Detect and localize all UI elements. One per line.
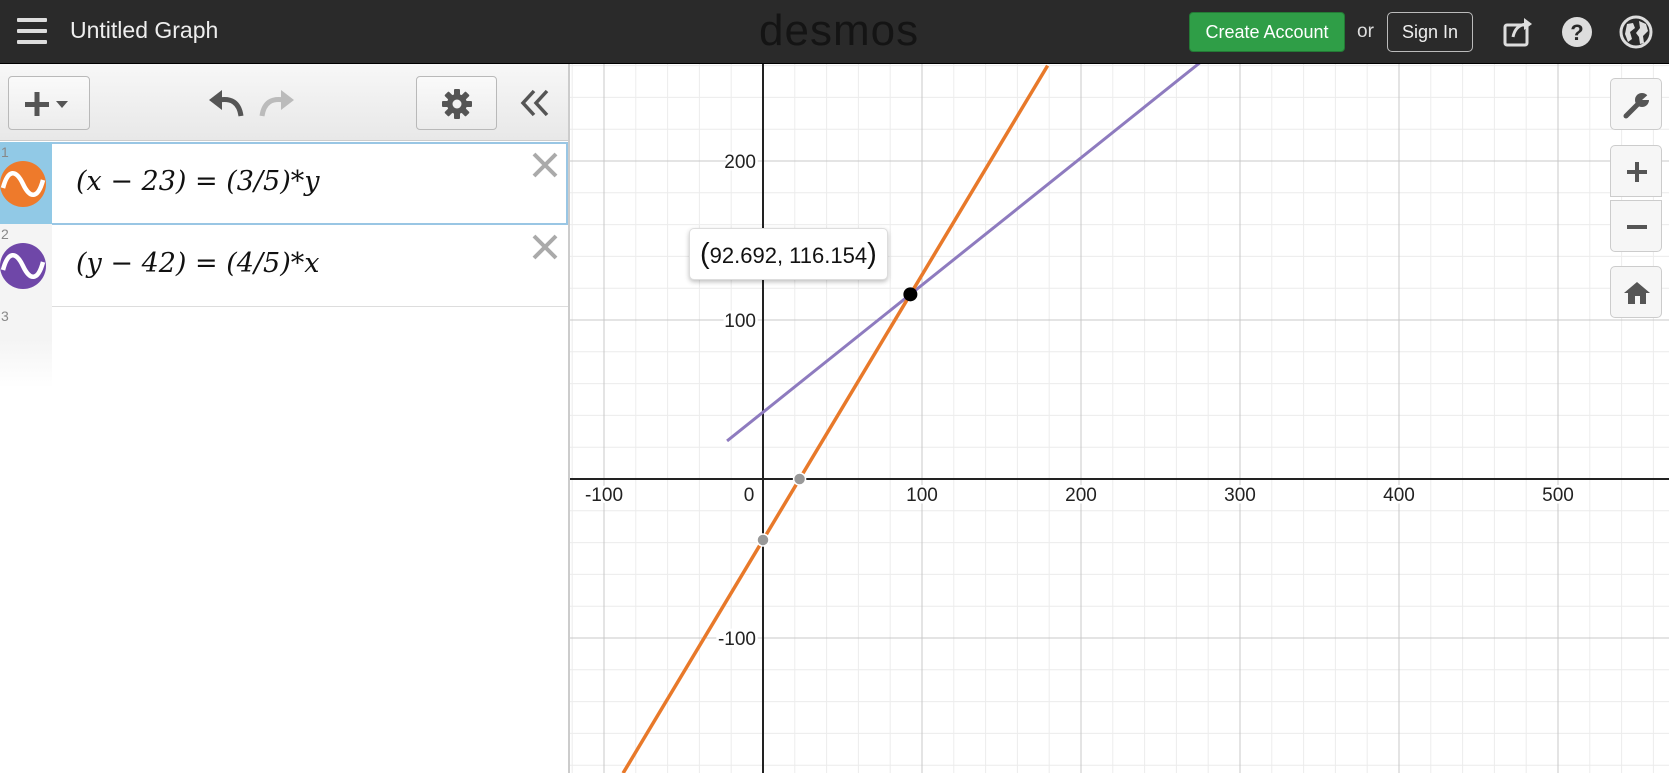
x-intercept-point — [792, 472, 807, 486]
collapse-icon[interactable] — [519, 88, 551, 118]
expression-index: 2 — [1, 226, 9, 242]
wrench-icon — [1623, 92, 1651, 119]
y-tick-label: 200 — [724, 152, 756, 173]
sign-in-button[interactable]: Sign In — [1387, 12, 1473, 52]
or-text: or — [1357, 21, 1374, 42]
expression-index: 3 — [1, 308, 9, 324]
globe-icon[interactable] — [1619, 15, 1653, 49]
intersection-point — [903, 287, 918, 302]
add-icon — [25, 92, 68, 116]
undo-icon[interactable] — [207, 88, 247, 120]
redo-icon[interactable] — [256, 88, 296, 120]
intersection-label: (92.692, 116.154) — [689, 228, 888, 280]
gear-icon — [442, 89, 472, 119]
zoom-in-icon — [1627, 162, 1647, 182]
desmos-logo: desmos — [759, 6, 920, 55]
expression-toolbar — [0, 64, 568, 141]
default-viewport-button[interactable] — [1610, 266, 1662, 318]
add-item-button[interactable] — [8, 76, 90, 130]
create-account-button[interactable]: Create Account — [1189, 12, 1345, 52]
y-tick-label: 100 — [724, 311, 756, 332]
x-tick-label: 100 — [906, 485, 938, 506]
x-tick-label: 300 — [1224, 485, 1256, 506]
expression-row[interactable]: 1 (x − 23) = (3/5)*y — [0, 142, 568, 225]
home-icon — [1624, 282, 1650, 304]
expression-index: 1 — [1, 144, 9, 160]
intersection-coordinates: 92.692, 116.154 — [709, 243, 868, 268]
expression-input[interactable]: (y − 42) = (4/5)*x — [76, 248, 320, 279]
close-icon[interactable] — [530, 150, 560, 180]
x-tick-label: 0 — [744, 485, 755, 506]
x-tick-label: -100 — [585, 485, 623, 506]
zoom-out-button[interactable] — [1610, 200, 1662, 252]
top-bar: Untitled Graph desmos Create Account or … — [0, 0, 1669, 64]
expression-input[interactable]: (x − 23) = (3/5)*y — [76, 166, 320, 197]
expression-row[interactable]: 2 (y − 42) = (4/5)*x — [0, 224, 568, 307]
svg-text:?: ? — [1570, 20, 1583, 45]
graph-settings-button[interactable] — [1610, 78, 1662, 130]
color-sine-icon[interactable] — [0, 161, 46, 207]
color-sine-icon[interactable] — [0, 243, 46, 289]
expression-1-line — [621, 64, 1050, 773]
label-paren-close: ) — [867, 238, 877, 270]
graph-canvas[interactable]: -100 0 100 200 300 400 500 200 100 -100 — [570, 64, 1669, 773]
x-tick-label: 400 — [1383, 485, 1415, 506]
help-icon[interactable]: ? — [1560, 15, 1594, 49]
share-icon[interactable] — [1501, 15, 1535, 49]
zoom-in-button[interactable] — [1610, 145, 1662, 197]
settings-button[interactable] — [416, 76, 497, 130]
zoom-out-icon — [1627, 225, 1647, 229]
x-tick-label: 500 — [1542, 485, 1574, 506]
label-paren-open: ( — [700, 238, 710, 270]
close-icon[interactable] — [530, 232, 560, 262]
graph-paper[interactable]: -100 0 100 200 300 400 500 200 100 -100 — [570, 64, 1669, 773]
graph-title[interactable]: Untitled Graph — [70, 17, 218, 44]
y-intercept-point — [756, 533, 770, 547]
expression-row-empty[interactable]: 3 — [0, 306, 568, 388]
y-tick-label: -100 — [718, 629, 756, 650]
expression-list-panel: 1 (x − 23) = (3/5)*y 2 (y − 42) = (4/5)*… — [0, 64, 570, 773]
menu-icon[interactable] — [17, 18, 47, 44]
x-tick-label: 200 — [1065, 485, 1097, 506]
